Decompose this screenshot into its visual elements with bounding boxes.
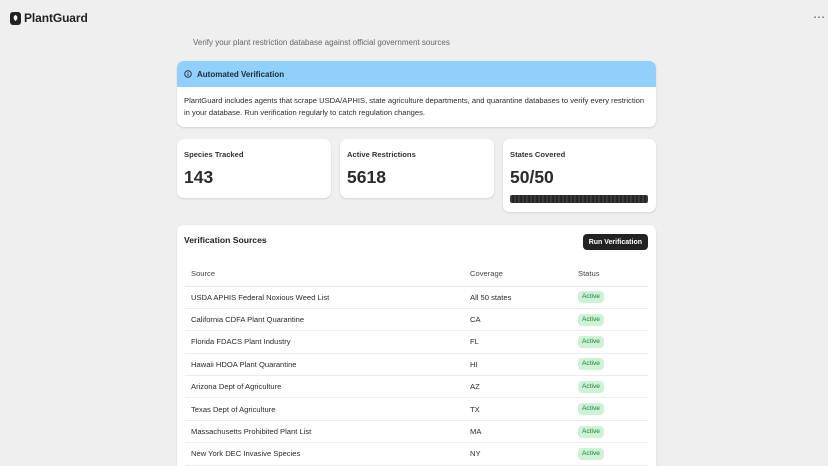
table-row[interactable]: California CDFA Plant Quarantine CA Active <box>185 308 648 332</box>
source-name: Texas Dept of Agriculture <box>185 397 464 421</box>
source-name: USDA APHIS Federal Noxious Weed List <box>185 286 464 309</box>
source-status-cell: Active <box>572 420 648 444</box>
status-badge: Active <box>578 425 604 438</box>
source-status-cell: Active <box>572 442 648 466</box>
info-icon <box>184 70 192 78</box>
top-bar: PlantGuard ⋯ <box>0 0 828 36</box>
status-badge: Active <box>578 380 604 393</box>
alert-body: PlantGuard includes agents that scrape U… <box>184 96 645 117</box>
status-badge: Active <box>578 447 604 460</box>
stat-card-species: Species Tracked 143 <box>177 139 331 198</box>
page-subtitle: Verify your plant restriction database a… <box>193 38 450 47</box>
source-status-cell: Active <box>572 286 648 309</box>
states-progress-bar <box>510 195 648 203</box>
source-coverage: NY <box>464 442 572 466</box>
app-brand[interactable]: PlantGuard <box>24 11 88 25</box>
table-row[interactable]: Massachusetts Prohibited Plant List MA Act… <box>185 420 648 444</box>
column-header-source[interactable]: Source <box>185 261 464 287</box>
leaf-logo-icon <box>10 11 21 25</box>
table-row[interactable]: USDA APHIS Federal Noxious Weed List All … <box>185 286 648 309</box>
table-row[interactable]: Texas Dept of Agriculture TX Active <box>185 397 648 421</box>
source-name: New York DEC Invasive Species <box>185 442 464 466</box>
automated-verification-alert: Automated Verification PlantGuard includ… <box>177 61 656 127</box>
verification-sources-card: Verification Sources Run Verification So… <box>177 225 656 466</box>
stat-label: Active Restrictions <box>347 150 416 159</box>
source-coverage: FL <box>464 330 572 354</box>
source-status-cell: Active <box>572 330 648 354</box>
source-coverage: CA <box>464 308 572 332</box>
sources-table: Source Coverage Status USDA APHIS Federa… <box>185 261 648 466</box>
status-badge: Active <box>578 313 604 326</box>
stat-value: 143 <box>184 167 214 187</box>
status-badge: Active <box>578 403 604 416</box>
stat-value: 5618 <box>347 167 386 187</box>
source-coverage: AZ <box>464 375 572 399</box>
source-name: Arizona Dept of Agriculture <box>185 375 464 399</box>
source-coverage: All 50 states <box>464 286 572 309</box>
table-row[interactable]: Florida FDACS Plant Industry FL Active <box>185 330 648 354</box>
source-name: Hawaii HDOA Plant Quarantine <box>185 353 464 377</box>
table-header-row: Source Coverage Status <box>185 261 648 287</box>
table-row[interactable]: Arizona Dept of Agriculture AZ Active <box>185 375 648 399</box>
stat-card-restrictions: Active Restrictions 5618 <box>340 139 494 198</box>
status-badge: Active <box>578 291 604 304</box>
states-progress-fill <box>510 195 648 203</box>
source-coverage: MA <box>464 420 572 444</box>
more-menu-icon[interactable]: ⋯ <box>813 10 825 24</box>
run-verification-button[interactable]: Run Verification <box>582 234 648 250</box>
stat-label: Species Tracked <box>184 150 244 159</box>
alert-header: Automated Verification <box>177 61 656 87</box>
table-row[interactable]: Hawaii HDOA Plant Quarantine HI Active <box>185 353 648 377</box>
source-status-cell: Active <box>572 308 648 332</box>
source-name: California CDFA Plant Quarantine <box>185 308 464 332</box>
source-coverage: TX <box>464 397 572 421</box>
stat-value: 50/50 <box>510 167 554 187</box>
stat-card-states: States Covered 50/50 <box>503 139 656 212</box>
source-name: Florida FDACS Plant Industry <box>185 330 464 354</box>
column-header-status[interactable]: Status <box>572 261 648 287</box>
source-name: Massachusetts Prohibited Plant List <box>185 420 464 444</box>
status-badge: Active <box>578 358 604 371</box>
source-coverage: HI <box>464 353 572 377</box>
alert-title: Automated Verification <box>197 69 285 79</box>
source-status-cell: Active <box>572 353 648 377</box>
source-status-cell: Active <box>572 397 648 421</box>
source-status-cell: Active <box>572 375 648 399</box>
table-row[interactable]: New York DEC Invasive Species NY Active <box>185 442 648 466</box>
status-badge: Active <box>578 335 604 348</box>
column-header-coverage[interactable]: Coverage <box>464 261 572 287</box>
sources-title: Verification Sources <box>184 235 267 245</box>
stat-label: States Covered <box>510 150 566 159</box>
